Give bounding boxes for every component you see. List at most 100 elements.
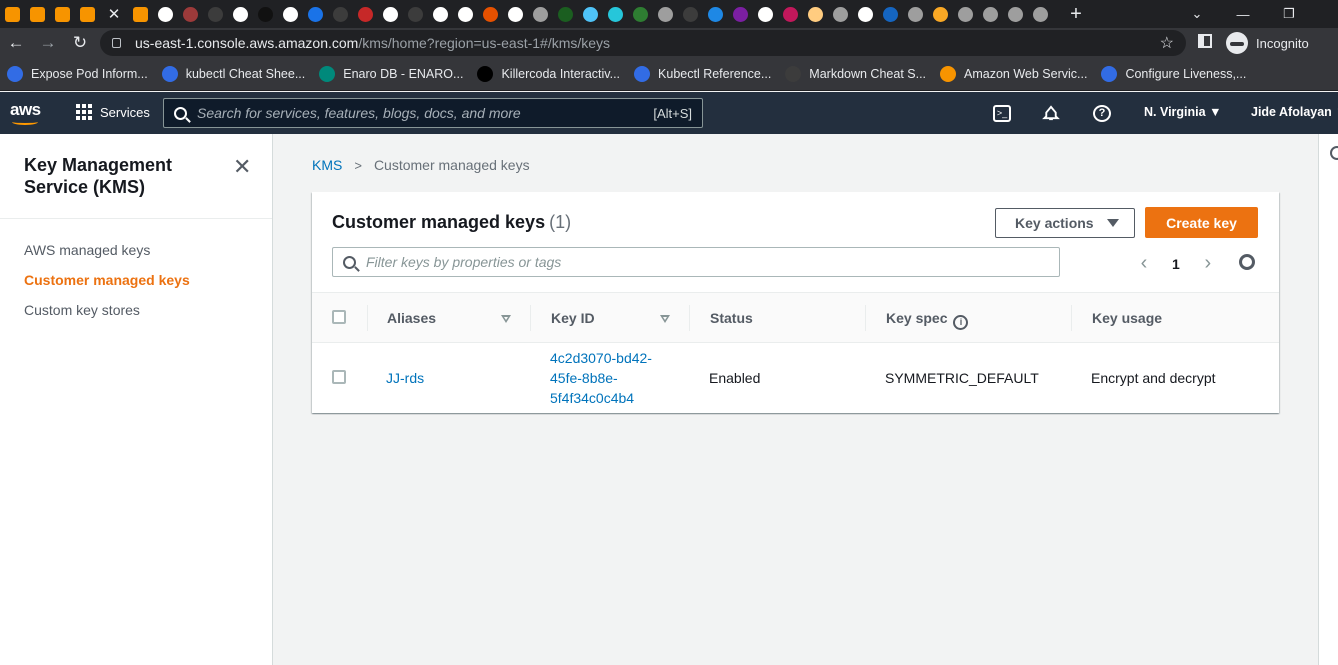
close-tab-icon[interactable]: ✕	[100, 5, 128, 23]
browser-tab-strip: ✕ +	[0, 0, 1338, 28]
sort-icon[interactable]	[660, 315, 670, 323]
bookmark-item[interactable]: Amazon Web Servic...	[940, 66, 1087, 82]
incognito-indicator[interactable]: Incognito	[1226, 31, 1309, 55]
sidebar-item-custom-key-stores[interactable]: Custom key stores	[24, 302, 140, 318]
browser-tab[interactable]	[728, 0, 753, 28]
sort-icon[interactable]	[501, 315, 511, 323]
browser-tab[interactable]	[178, 0, 203, 28]
key-id-link[interactable]: 4c2d3070-bd42- 45fe-8b8e- 5f4f34c0c4b4	[550, 348, 652, 408]
forward-icon[interactable]: →	[32, 33, 64, 53]
side-panel-icon[interactable]	[1198, 34, 1212, 48]
column-header-status[interactable]: Status	[710, 310, 753, 326]
browser-tab[interactable]	[503, 0, 528, 28]
bell-icon[interactable]	[1042, 105, 1060, 122]
browser-tab[interactable]	[753, 0, 778, 28]
info-panel-icon[interactable]	[1330, 146, 1338, 160]
maximize-icon[interactable]: ❐	[1266, 0, 1312, 28]
close-icon[interactable]: ✕	[233, 154, 251, 180]
browser-tab[interactable]	[528, 0, 553, 28]
browser-tab[interactable]	[328, 0, 353, 28]
region-selector[interactable]: N. Virginia ▼	[1144, 105, 1221, 119]
bookmark-item[interactable]: Killercoda Interactiv...	[477, 66, 620, 82]
browser-tab[interactable]	[928, 0, 953, 28]
minimize-icon[interactable]: —	[1220, 0, 1266, 28]
browser-tab[interactable]	[25, 0, 50, 28]
browser-tab[interactable]	[553, 0, 578, 28]
console-search-input[interactable]: Search for services, features, blogs, do…	[163, 98, 703, 128]
sidebar-item-aws-managed-keys[interactable]: AWS managed keys	[24, 242, 150, 258]
gear-icon[interactable]	[1239, 254, 1255, 270]
cloudshell-icon[interactable]: >_	[993, 105, 1011, 122]
bookmark-star-icon[interactable]: ☆	[1160, 33, 1174, 53]
tab-favicon-icon	[683, 6, 698, 22]
browser-tab[interactable]	[578, 0, 603, 28]
bookmark-item[interactable]: Kubectl Reference...	[634, 66, 771, 82]
info-icon[interactable]: i	[953, 315, 969, 330]
browser-tab[interactable]	[653, 0, 678, 28]
chevron-left-icon[interactable]: ‹	[1134, 252, 1154, 275]
row-checkbox[interactable]	[332, 370, 346, 384]
key-spec-value: SYMMETRIC_DEFAULT	[885, 370, 1039, 386]
back-icon[interactable]: ←	[0, 33, 32, 53]
browser-tab[interactable]	[128, 0, 153, 28]
bookmark-item[interactable]: Configure Liveness,...	[1101, 66, 1246, 82]
browser-tab[interactable]	[428, 0, 453, 28]
browser-tab[interactable]	[1028, 0, 1053, 28]
breadcrumb-kms-link[interactable]: KMS	[312, 157, 342, 173]
key-actions-button[interactable]: Key actions	[995, 208, 1135, 238]
panel-title: Customer managed keys (1)	[332, 212, 571, 233]
bookmark-item[interactable]: Expose Pod Inform...	[7, 66, 148, 82]
browser-tab[interactable]	[678, 0, 703, 28]
column-header-aliases[interactable]: Aliases	[387, 310, 436, 326]
browser-tab[interactable]	[75, 0, 100, 28]
browser-tab[interactable]	[478, 0, 503, 28]
bookmark-item[interactable]: Enaro DB - ENARO...	[319, 66, 463, 82]
create-key-button[interactable]: Create key	[1145, 207, 1258, 238]
browser-tab[interactable]	[50, 0, 75, 28]
browser-tab[interactable]	[228, 0, 253, 28]
reload-icon[interactable]: ↻	[64, 33, 96, 53]
tab-search-icon[interactable]: ⌄	[1174, 0, 1220, 28]
filter-keys-input[interactable]: Filter keys by properties or tags	[332, 247, 1060, 277]
browser-tab[interactable]	[253, 0, 278, 28]
page-number[interactable]: 1	[1172, 256, 1180, 272]
browser-tab[interactable]	[303, 0, 328, 28]
browser-tab[interactable]	[628, 0, 653, 28]
alias-link[interactable]: JJ-rds	[386, 370, 424, 386]
browser-tab[interactable]	[153, 0, 178, 28]
bookmark-favicon-icon	[161, 66, 178, 82]
bookmark-item[interactable]: Markdown Cheat S...	[785, 66, 926, 82]
select-all-checkbox[interactable]	[332, 310, 346, 324]
browser-tab[interactable]	[853, 0, 878, 28]
browser-tab[interactable]	[403, 0, 428, 28]
browser-tab[interactable]	[278, 0, 303, 28]
url-field[interactable]: us-east-1.console.aws.amazon.com/kms/hom…	[100, 30, 1186, 56]
browser-tab[interactable]	[353, 0, 378, 28]
services-label: Services	[100, 104, 150, 120]
browser-tab[interactable]	[453, 0, 478, 28]
browser-tab[interactable]	[803, 0, 828, 28]
browser-tab[interactable]	[1003, 0, 1028, 28]
browser-tab[interactable]	[0, 0, 25, 28]
new-tab-plus-icon[interactable]: +	[1061, 3, 1091, 26]
browser-tab[interactable]	[828, 0, 853, 28]
browser-tab[interactable]	[378, 0, 403, 28]
browser-tab[interactable]	[878, 0, 903, 28]
sidebar-item-customer-managed-keys[interactable]: Customer managed keys	[24, 272, 190, 288]
browser-tab[interactable]	[703, 0, 728, 28]
column-header-key-id[interactable]: Key ID	[551, 310, 595, 326]
help-icon[interactable]: ?	[1093, 105, 1111, 122]
column-header-key-usage[interactable]: Key usage	[1092, 310, 1162, 326]
browser-tab[interactable]	[978, 0, 1003, 28]
bookmark-item[interactable]: kubectl Cheat Shee...	[161, 66, 305, 82]
browser-tab[interactable]	[953, 0, 978, 28]
browser-tab[interactable]	[603, 0, 628, 28]
browser-tab[interactable]	[778, 0, 803, 28]
services-menu-button[interactable]: Services	[76, 104, 150, 120]
column-header-key-spec[interactable]: Key spec i	[886, 310, 969, 330]
aws-logo[interactable]: aws	[10, 100, 41, 120]
account-menu[interactable]: Jide Afolayan ▼	[1251, 105, 1338, 119]
chevron-right-icon[interactable]: ›	[1198, 252, 1218, 275]
browser-tab[interactable]	[903, 0, 928, 28]
browser-tab[interactable]	[203, 0, 228, 28]
